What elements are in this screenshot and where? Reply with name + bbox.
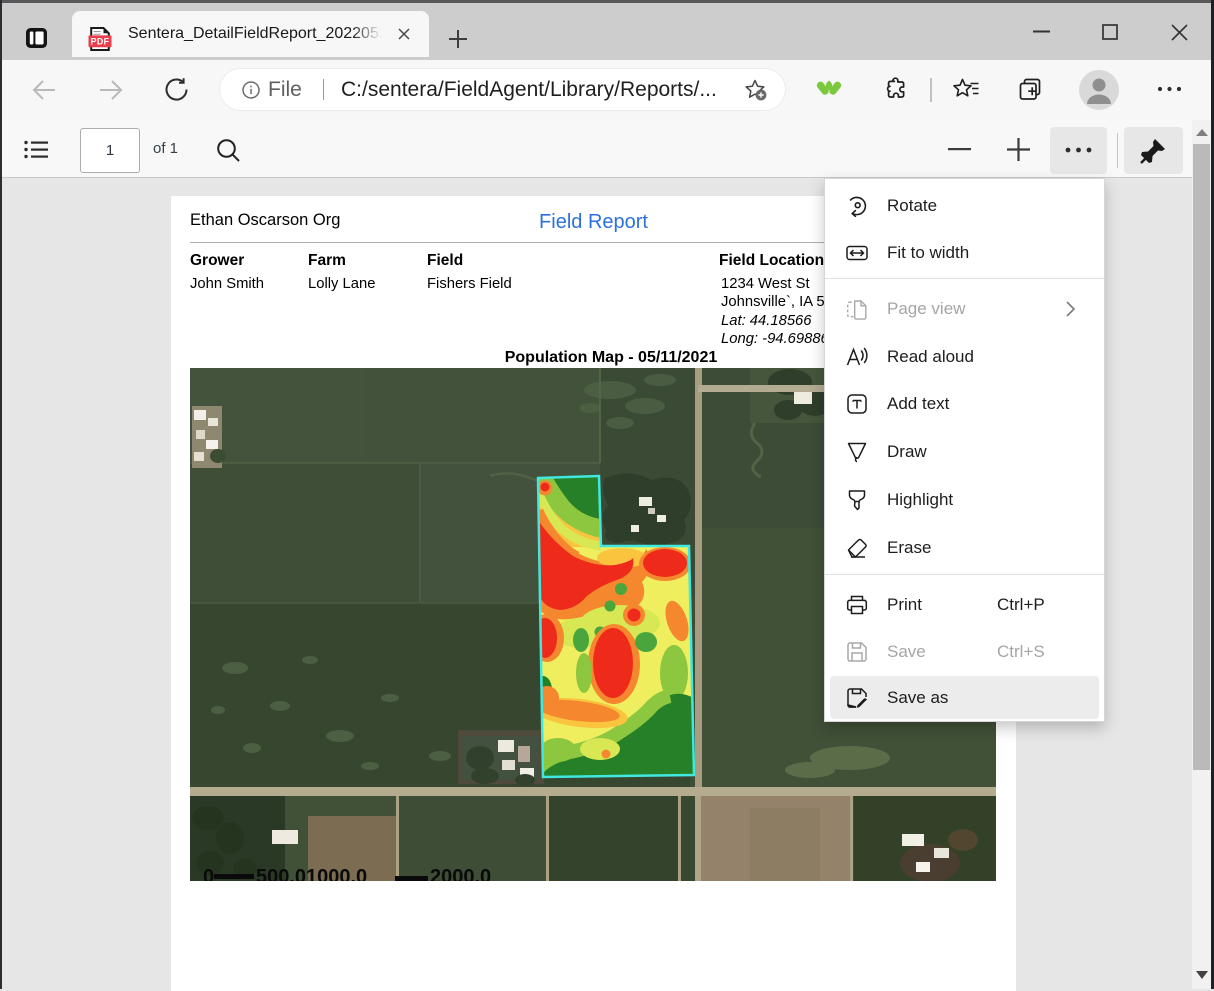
svg-text:500.0: 500.0 [256, 866, 306, 881]
svg-text:2000.0: 2000.0 [430, 866, 491, 881]
svg-text:1000.0: 1000.0 [306, 866, 367, 881]
svg-text:0: 0 [203, 866, 214, 881]
svg-text:PDF: PDF [91, 37, 110, 47]
